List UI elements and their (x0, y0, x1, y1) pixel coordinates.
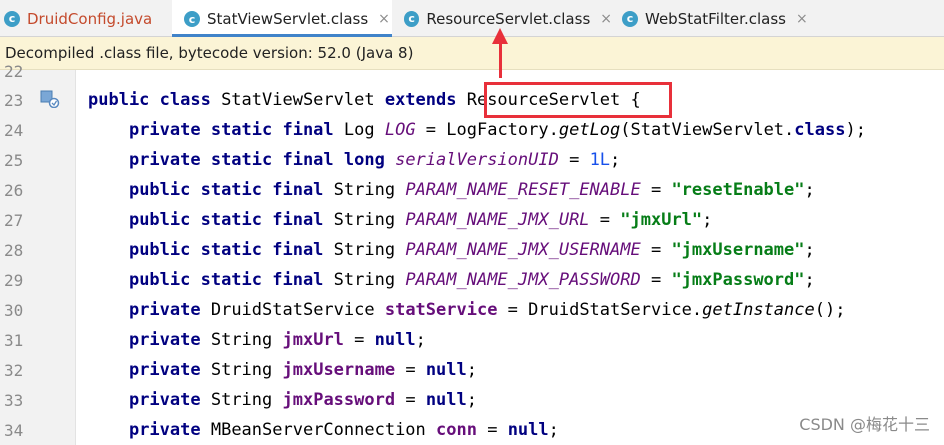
class-file-icon: c (184, 11, 200, 27)
tab-label: DruidConfig.java (27, 9, 153, 28)
line-number: 26 (4, 181, 24, 200)
code-line-27: public static final String PARAM_NAME_JM… (128, 210, 713, 230)
java-class-icon: c (4, 10, 20, 27)
tab-label: ResourceServlet.class (426, 9, 591, 28)
editor-gutter: 22 23 24 25 26 27 28 29 30 31 32 33 34 (0, 62, 76, 445)
line-number: 28 (4, 241, 24, 260)
code-content[interactable]: public class StatViewServlet extends Res… (88, 70, 866, 440)
line-number: 32 (4, 361, 24, 380)
code-line-33: private String jmxPassword = null; (128, 390, 478, 410)
class-file-icon: c (404, 10, 420, 27)
line-number: 30 (4, 301, 24, 320)
code-line-31: private String jmxUrl = null; (128, 330, 426, 350)
line-number: 22 (4, 62, 24, 81)
line-number: 33 (4, 391, 24, 410)
annotation-arrow (499, 42, 502, 78)
close-icon[interactable]: × (378, 11, 390, 27)
code-line-34: private MBeanServerConnection conn = nul… (128, 420, 559, 440)
tab-label: StatViewServlet.class (207, 10, 369, 28)
code-editor[interactable]: 22 23 24 25 26 27 28 29 30 31 32 33 34 p… (0, 62, 944, 445)
tab-label: WebStatFilter.class (645, 9, 786, 28)
close-icon[interactable]: × (600, 11, 612, 27)
code-line-29: public static final String PARAM_NAME_JM… (128, 270, 815, 290)
watermark: CSDN @梅花十三 (799, 415, 930, 434)
code-line-25: private static final long serialVersionU… (128, 150, 621, 170)
line-number: 27 (4, 211, 24, 230)
class-file-icon: c (622, 10, 638, 27)
code-line-32: private String jmxUsername = null; (128, 360, 478, 380)
overrides-method-icon[interactable] (40, 90, 60, 108)
code-line-24: private static final Log LOG = LogFactor… (128, 120, 866, 140)
editor-tab-bar: c DruidConfig.java c StatViewServlet.cla… (0, 0, 944, 38)
tab-web-stat-filter[interactable]: c WebStatFilter.class × (612, 0, 812, 37)
tab-stat-view-servlet[interactable]: c StatViewServlet.class × (172, 0, 392, 38)
line-number: 34 (4, 421, 24, 440)
line-number: 24 (4, 121, 24, 140)
code-line-26: public static final String PARAM_NAME_RE… (128, 180, 815, 200)
line-number: 29 (4, 271, 24, 290)
banner-text: Decompiled .class file, bytecode version… (5, 44, 414, 62)
close-icon[interactable]: × (796, 11, 808, 27)
decompiled-info-banner: Decompiled .class file, bytecode version… (0, 37, 944, 70)
tab-druid-config[interactable]: c DruidConfig.java (4, 0, 172, 37)
code-line-28: public static final String PARAM_NAME_JM… (128, 240, 815, 260)
line-number: 31 (4, 331, 24, 350)
line-number: 23 (4, 91, 24, 110)
line-number: 25 (4, 151, 24, 170)
annotation-highlight-box (484, 82, 672, 118)
code-line-30: private DruidStatService statService = D… (128, 300, 846, 320)
